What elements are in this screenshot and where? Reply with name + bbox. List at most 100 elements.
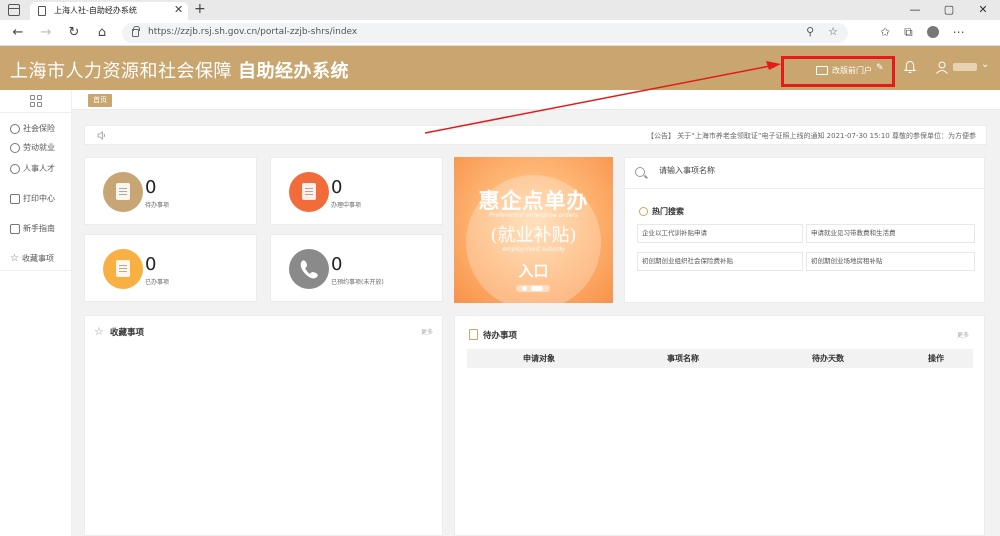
hot-link[interactable]: 初创期创业场地房租补贴 <box>806 252 975 271</box>
user-name-masked[interactable] <box>953 63 977 71</box>
column-header: 申请对象 <box>523 354 555 363</box>
stat-card-pending[interactable]: 0 待办事项 <box>84 157 257 225</box>
carousel-indicator[interactable] <box>516 285 550 292</box>
app-header: 上海市人力资源和社会保障 自助经办系统 改版前门户 ✎ ⌄ <box>0 46 1000 90</box>
sidebar-item-label: 人事人才 <box>23 164 55 173</box>
browser-tab[interactable]: 上海人社-自助经办系统 ✕ <box>30 2 188 20</box>
hot-search-title: 热门搜索 <box>652 207 684 216</box>
completed-icon <box>103 249 143 289</box>
sidebar-item-label: 社会保险 <box>23 124 55 133</box>
todo-more-link[interactable]: 更多 <box>957 330 969 339</box>
booked-count: 0 <box>331 254 343 275</box>
new-tab-button[interactable]: + <box>194 1 206 17</box>
completed-count: 0 <box>145 254 157 275</box>
lock-icon <box>132 26 140 37</box>
phone-icon <box>289 249 329 289</box>
window-menu-icon[interactable] <box>8 4 20 16</box>
home-button[interactable]: ⌂ <box>94 25 110 41</box>
banner-subtitle-en: employment subsidy <box>502 246 565 253</box>
bell-icon[interactable] <box>903 60 917 74</box>
notice-text[interactable]: 【公告】 关于“上海市养老金领取证”电子证照上线的通知 2021-07-30 1… <box>647 131 976 141</box>
user-icon[interactable] <box>935 60 949 74</box>
stat-card-booked[interactable]: 0 已预约事项(未开放) <box>270 234 443 302</box>
window-controls: — ▢ ✕ <box>898 0 1000 20</box>
search-icon[interactable] <box>635 167 645 177</box>
hot-link[interactable]: 初创期创业组织社会保险费补贴 <box>637 252 803 271</box>
column-header: 事项名称 <box>667 354 699 363</box>
star-icon: ☆ <box>94 325 104 338</box>
profile-avatar[interactable] <box>926 26 939 38</box>
todo-table-header: 申请对象 事项名称 待办天数 操作 <box>467 349 973 368</box>
tab-close-icon[interactable]: ✕ <box>174 4 183 16</box>
chevron-down-icon[interactable]: ⌄ <box>981 59 989 70</box>
stat-card-processing[interactable]: 0 办理中事项 <box>270 157 443 225</box>
guide-icon <box>10 223 20 234</box>
pending-label: 待办事项 <box>145 202 170 209</box>
key-icon[interactable]: ⚲ <box>806 25 814 38</box>
hot-link[interactable]: 申请就业见习带教费和生活费 <box>806 224 975 243</box>
sidebar-item-label: 打印中心 <box>23 194 55 203</box>
sidebar: 社会保险 劳动就业 人事人才 打印中心 新手指南 ☆ 收藏事项 <box>0 90 72 536</box>
url-text[interactable]: https://zzjb.rsj.sh.gov.cn/portal-zzjb-s… <box>148 27 357 37</box>
processing-label: 办理中事项 <box>331 202 362 209</box>
search-input[interactable] <box>659 166 959 175</box>
pending-count: 0 <box>145 177 157 198</box>
sidebar-item-label: 劳动就业 <box>23 143 55 152</box>
favorites-title: 收藏事项 <box>110 328 145 338</box>
people-icon <box>10 163 20 174</box>
favorites-icon[interactable]: ✩ <box>880 25 890 40</box>
processing-icon <box>289 172 329 212</box>
notice-bar[interactable]: 【公告】 关于“上海市养老金领取证”电子证照上线的通知 2021-07-30 1… <box>84 125 987 145</box>
pending-icon <box>103 172 143 212</box>
todo-panel: 待办事项 更多 申请对象 事项名称 待办天数 操作 <box>454 315 985 536</box>
close-window-button[interactable]: ✕ <box>966 0 1000 20</box>
reload-button[interactable]: ↻ <box>66 25 82 41</box>
printer-icon <box>10 193 20 204</box>
old-portal-button[interactable]: 改版前门户 ✎ <box>781 56 895 87</box>
stat-card-completed[interactable]: 0 已办事项 <box>84 234 257 302</box>
sidebar-item-social-insurance[interactable]: 社会保险 <box>10 123 55 134</box>
clipboard-icon <box>469 329 478 340</box>
sidebar-item-talent[interactable]: 人事人才 <box>10 163 55 174</box>
back-button[interactable]: ← <box>10 25 26 41</box>
booked-label: 已预约事项(未开放) <box>331 279 384 286</box>
favorite-star-icon[interactable]: ☆ <box>828 25 838 38</box>
forward-button[interactable]: → <box>38 25 54 41</box>
sidebar-item-print-center[interactable]: 打印中心 <box>10 193 55 204</box>
banner-title: 惠企点单办 <box>478 188 589 213</box>
employment-subsidy-banner[interactable]: 惠企点单办 Preferential enterprise orders (就业… <box>454 157 613 303</box>
maximize-button[interactable]: ▢ <box>932 0 966 20</box>
menu-icon[interactable]: ⋯ <box>953 25 965 40</box>
banner-entry[interactable]: 入口 <box>454 260 613 281</box>
collections-icon[interactable]: ⧉ <box>904 25 913 40</box>
old-portal-label: 改版前门户 <box>832 66 872 75</box>
main-content: 首页 【公告】 关于“上海市养老金领取证”电子证照上线的通知 2021-07-3… <box>72 90 1000 536</box>
shield-icon <box>10 123 20 134</box>
favorites-panel: ☆ 收藏事项 更多 <box>84 315 443 536</box>
url-field[interactable]: https://zzjb.rsj.sh.gov.cn/portal-zzjb-s… <box>122 23 848 43</box>
hot-search-icon <box>639 207 648 216</box>
sidebar-item-favorites[interactable]: ☆ 收藏事项 <box>10 253 54 264</box>
favorites-more-link[interactable]: 更多 <box>421 327 433 336</box>
search-panel: 热门搜索 企业以工代训补贴申请 申请就业见习带教费和生活费 初创期创业组织社会保… <box>624 157 985 303</box>
banner-subtitle: (就业补贴) <box>490 225 577 246</box>
breadcrumb-home[interactable]: 首页 <box>88 94 112 107</box>
minimize-button[interactable]: — <box>898 0 932 20</box>
sidebar-item-label: 新手指南 <box>23 224 55 233</box>
grid-menu-icon[interactable] <box>30 95 42 107</box>
sidebar-item-guide[interactable]: 新手指南 <box>10 223 55 234</box>
app-title-main: 上海市人力资源和社会保障 <box>10 61 232 82</box>
person-icon <box>10 142 20 153</box>
hot-link[interactable]: 企业以工代训补贴申请 <box>637 224 803 243</box>
tab-title: 上海人社-自助经办系统 <box>54 6 137 15</box>
address-bar: ← → ↻ ⌂ https://zzjb.rsj.sh.gov.cn/porta… <box>0 20 1000 46</box>
column-header: 操作 <box>928 354 944 363</box>
sidebar-item-employment[interactable]: 劳动就业 <box>10 142 55 153</box>
app-title-bold: 自助经办系统 <box>238 61 349 82</box>
edit-icon: ✎ <box>876 63 884 73</box>
page-icon <box>38 6 46 16</box>
monitor-icon <box>816 66 828 75</box>
column-header: 待办天数 <box>812 354 844 363</box>
star-icon: ☆ <box>10 252 19 264</box>
todo-title: 待办事项 <box>483 331 518 341</box>
